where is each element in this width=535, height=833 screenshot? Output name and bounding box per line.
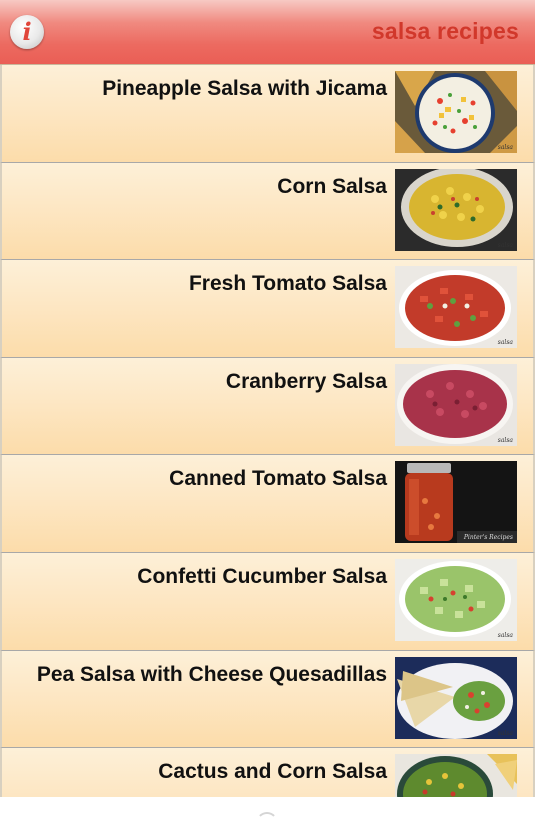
watermark-text: salsa <box>497 144 513 151</box>
corn-salsa-photo: salsa <box>395 168 517 251</box>
recipe-title: Pea Salsa with Cheese Quesadillas <box>36 662 387 686</box>
recipe-title: Cranberry Salsa <box>225 369 387 393</box>
bottom-loading-bar <box>0 797 535 833</box>
info-icon[interactable]: i <box>10 15 44 49</box>
watermark-text: salsa <box>497 729 513 737</box>
confetti-cucumber-salsa-photo: salsa <box>395 558 517 641</box>
canned-tomato-salsa-photo: Pinter's Recipes <box>395 461 517 544</box>
recipe-list[interactable]: Pineapple Salsa with Jicama salsa Corn S… <box>0 65 535 797</box>
pea-salsa-quesadillas-photo: salsa <box>395 656 517 739</box>
list-item[interactable]: Pea Salsa with Cheese Quesadillas salsa <box>0 650 535 749</box>
page-title: salsa recipes <box>371 18 519 44</box>
recipe-title: Pineapple Salsa with Jicama <box>102 77 387 100</box>
recipe-title: Confetti Cucumber Salsa <box>137 564 387 588</box>
list-item[interactable]: Confetti Cucumber Salsa salsa <box>0 552 535 651</box>
list-item[interactable]: Fresh Tomato Salsa salsa <box>0 260 535 358</box>
cactus-corn-salsa-photo <box>395 754 517 797</box>
watermark-text: salsa <box>497 241 513 249</box>
recipe-title: Fresh Tomato Salsa <box>188 272 387 296</box>
list-item[interactable]: Pineapple Salsa with Jicama salsa <box>0 65 535 163</box>
recipe-title: Corn Salsa <box>277 174 387 198</box>
app-header: i salsa recipes <box>0 0 535 65</box>
list-item[interactable]: Corn Salsa salsa <box>0 162 535 261</box>
recipe-title: Cactus and Corn Salsa <box>158 760 387 784</box>
list-item[interactable]: Cranberry Salsa salsa <box>0 357 535 456</box>
list-item[interactable]: Cactus and Corn Salsa <box>0 748 535 797</box>
watermark-text: Pinter's Recipes <box>463 534 513 542</box>
watermark-text: salsa <box>497 339 513 347</box>
recipe-title: Canned Tomato Salsa <box>169 467 387 491</box>
spinner-icon <box>256 812 278 833</box>
pineapple-jicama-salsa-photo: salsa <box>395 71 517 153</box>
list-item[interactable]: Canned Tomato Salsa Pinter's Recipes <box>0 455 535 553</box>
cranberry-salsa-photo: salsa <box>395 363 517 446</box>
watermark-text: salsa <box>497 631 513 639</box>
fresh-tomato-salsa-photo: salsa <box>395 266 517 349</box>
watermark-text: salsa <box>497 436 513 444</box>
